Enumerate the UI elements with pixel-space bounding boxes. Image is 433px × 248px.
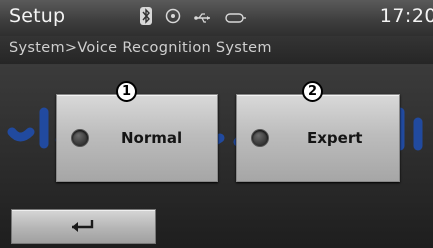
option-expert-button[interactable]: Expert bbox=[236, 94, 400, 182]
return-arrow-icon bbox=[68, 218, 98, 238]
status-icons bbox=[140, 7, 247, 29]
option-normal-label: Normal bbox=[121, 129, 183, 147]
bluetooth-icon bbox=[140, 7, 152, 29]
radio-indicator-normal bbox=[71, 129, 89, 147]
setup-screen: Setup 17:20 System>Voice Recognition Sys… bbox=[0, 0, 433, 248]
screen-title: Setup bbox=[9, 5, 66, 27]
usb-icon bbox=[194, 9, 212, 28]
radio-indicator-expert bbox=[251, 129, 269, 147]
option-expert-label: Expert bbox=[307, 129, 363, 147]
callout-marker-2: 2 bbox=[302, 81, 323, 102]
back-button[interactable] bbox=[11, 209, 156, 244]
disc-icon bbox=[165, 8, 181, 28]
clock: 17:20 bbox=[379, 5, 433, 27]
breadcrumb-text: System>Voice Recognition System bbox=[9, 40, 272, 56]
breadcrumb: System>Voice Recognition System bbox=[0, 36, 433, 65]
callout-marker-1: 1 bbox=[116, 81, 137, 102]
option-normal-button[interactable]: Normal bbox=[56, 94, 218, 182]
aux-icon bbox=[225, 9, 247, 28]
status-bar: Setup 17:20 bbox=[0, 0, 433, 37]
